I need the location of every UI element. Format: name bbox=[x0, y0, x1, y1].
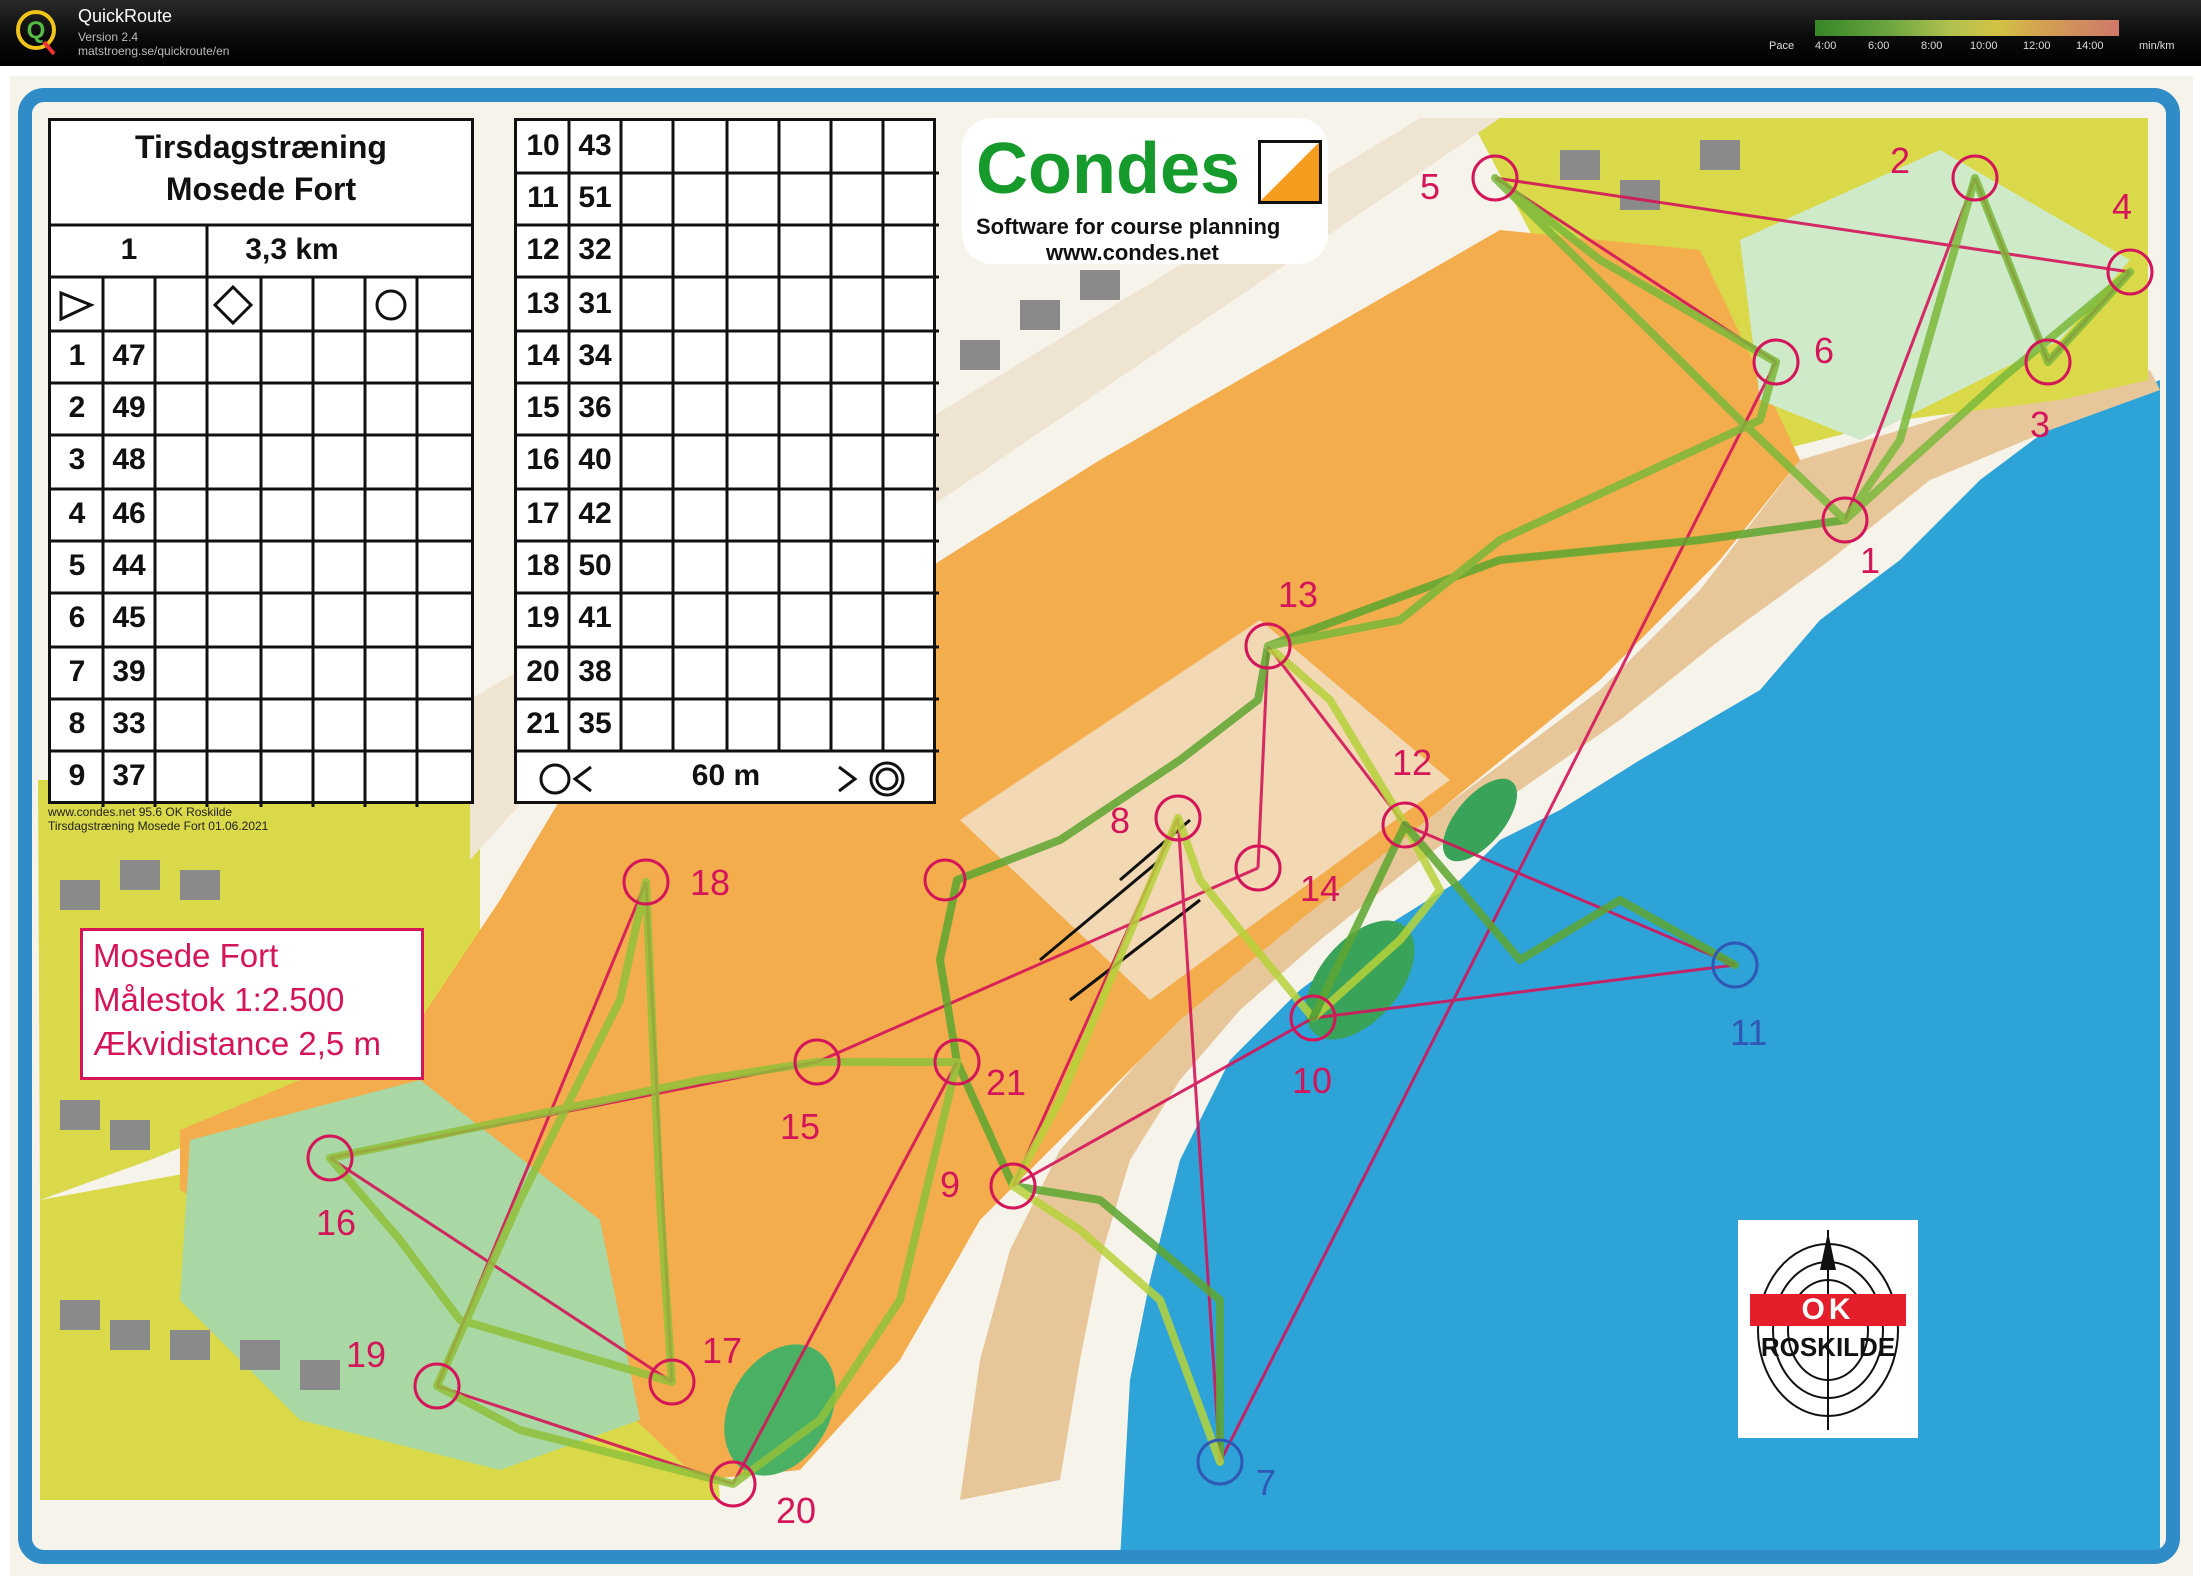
cd-code: 44 bbox=[112, 549, 146, 582]
control-number: 6 bbox=[1814, 330, 1835, 371]
cd-num: 9 bbox=[68, 759, 86, 792]
condes-url: www.condes.net bbox=[1046, 240, 1219, 265]
cd-code: 34 bbox=[578, 339, 612, 372]
control-number: 14 bbox=[1300, 868, 1341, 909]
cd-num: 12 bbox=[526, 233, 560, 266]
control-number: 17 bbox=[702, 1330, 743, 1371]
cd-num: 19 bbox=[526, 601, 560, 634]
cd-code: 41 bbox=[578, 601, 612, 634]
cd-code: 37 bbox=[112, 759, 146, 792]
control-number: 15 bbox=[780, 1106, 821, 1147]
map-footer: www.condes.net 95.6 OK Roskilde Tirsdags… bbox=[48, 805, 268, 833]
cd-code: 42 bbox=[578, 497, 612, 530]
compass-rose-icon bbox=[1757, 1230, 1899, 1430]
cd-num: 10 bbox=[526, 129, 560, 162]
map-name: Mosede Fort bbox=[93, 937, 279, 974]
control-number: 3 bbox=[2030, 404, 2051, 445]
control-number: 20 bbox=[776, 1490, 817, 1531]
control-number: 5 bbox=[1420, 166, 1441, 207]
cd-code: 51 bbox=[578, 181, 612, 214]
condes-tagline: Software for course planning bbox=[976, 214, 1281, 239]
control-number: 1 bbox=[1860, 540, 1881, 581]
map-contour-interval: Ækvidistance 2,5 m bbox=[93, 1025, 381, 1062]
cd-num: 7 bbox=[68, 655, 86, 688]
cd-num: 14 bbox=[526, 339, 560, 372]
control-number: 16 bbox=[316, 1202, 357, 1243]
cd-code: 33 bbox=[112, 707, 146, 740]
cd-code: 36 bbox=[578, 391, 612, 424]
control-number: 13 bbox=[1278, 574, 1319, 615]
cd-code: 48 bbox=[112, 443, 146, 476]
cd-code: 40 bbox=[578, 443, 612, 476]
funnel-right-icon bbox=[838, 765, 858, 793]
cd-code: 38 bbox=[578, 655, 612, 688]
control-number: 9 bbox=[940, 1164, 961, 1205]
cd-num: 13 bbox=[526, 287, 560, 320]
cd-num: 21 bbox=[526, 707, 560, 740]
cd-num: 11 bbox=[527, 181, 559, 214]
condes-name: Condes bbox=[976, 129, 1241, 209]
condes-logo-icon bbox=[1258, 140, 1322, 204]
cd-num: 20 bbox=[526, 655, 560, 688]
knoll-diamond-icon bbox=[212, 284, 254, 326]
control-number: 4 bbox=[2112, 186, 2133, 227]
cd-code: 45 bbox=[112, 601, 146, 634]
cd-finish-distance: 60 m bbox=[691, 759, 761, 792]
club-letters: OK bbox=[1750, 1294, 1906, 1326]
cd-num: 5 bbox=[68, 549, 86, 582]
cd-num: 17 bbox=[526, 497, 560, 530]
condes-logo-box: Condes Software for course planning www.… bbox=[962, 118, 1328, 265]
cd-code: 49 bbox=[112, 391, 146, 424]
control-number: 11 bbox=[1730, 1012, 1768, 1053]
finish-start-circle-icon bbox=[539, 763, 571, 795]
control-number: 7 bbox=[1256, 1462, 1277, 1503]
feature-circle-icon bbox=[375, 289, 407, 321]
map-footer-line1: www.condes.net 95.6 OK Roskilde bbox=[48, 805, 233, 819]
map-info-box: Mosede Fort Målestok 1:2.500 Ækvidistanc… bbox=[80, 928, 424, 1080]
cd-num: 18 bbox=[526, 549, 560, 582]
cd-num: 16 bbox=[526, 443, 560, 476]
cd-num: 15 bbox=[526, 391, 560, 424]
cd-code: 35 bbox=[578, 707, 612, 740]
funnel-left-icon bbox=[572, 765, 592, 793]
start-triangle-icon bbox=[59, 290, 95, 322]
control-number: 10 bbox=[1292, 1060, 1333, 1101]
cd-code: 50 bbox=[578, 549, 612, 582]
control-description-left: Tirsdagstræning Mosede Fort 1 3,3 km 1 4… bbox=[48, 118, 474, 807]
cd-code: 39 bbox=[112, 655, 146, 688]
control-number: 21 bbox=[986, 1062, 1027, 1103]
cd-num: 1 bbox=[68, 339, 86, 372]
cd-length: 3,3 km bbox=[245, 233, 339, 266]
control-number: 18 bbox=[690, 862, 731, 903]
control-number: 2 bbox=[1890, 140, 1911, 181]
cd-num: 3 bbox=[68, 443, 86, 476]
cd-code: 43 bbox=[578, 129, 612, 162]
control-number: 12 bbox=[1392, 742, 1433, 783]
cd-code: 47 bbox=[112, 339, 146, 372]
control-description-right: 10 43 11 51 12 32 13 31 14 34 15 36 16 4… bbox=[514, 118, 939, 804]
cd-code: 31 bbox=[578, 287, 612, 320]
cd-code: 46 bbox=[112, 497, 146, 530]
cd-code: 32 bbox=[578, 233, 612, 266]
cd-num: 2 bbox=[68, 391, 86, 424]
map-scale: Målestok 1:2.500 bbox=[93, 981, 345, 1018]
cd-num: 8 bbox=[68, 707, 86, 740]
control-number: 8 bbox=[1110, 800, 1131, 841]
map-footer-line2: Tirsdagstræning Mosede Fort 01.06.2021 bbox=[48, 819, 269, 833]
cd-num: 6 bbox=[68, 601, 86, 634]
cd-num: 4 bbox=[68, 497, 86, 530]
club-name: ROSKILDE bbox=[1760, 1332, 1896, 1362]
control-number: 19 bbox=[346, 1334, 387, 1375]
club-logo: OK ROSKILDE bbox=[1738, 1220, 1918, 1438]
cd-course: 1 bbox=[120, 233, 138, 266]
